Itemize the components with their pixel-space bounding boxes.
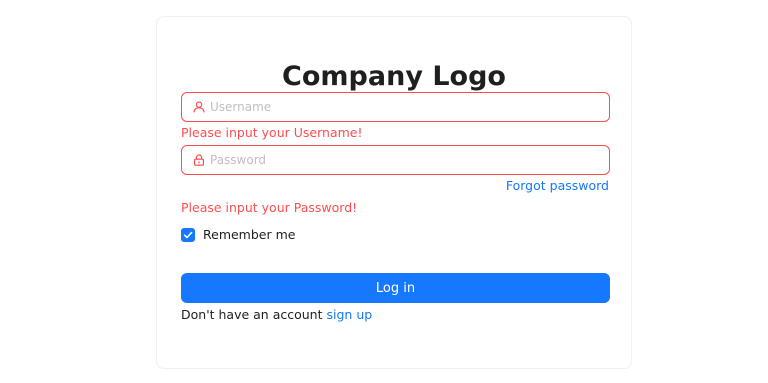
checkbox-checked-icon[interactable] bbox=[181, 227, 195, 242]
signup-row: Don't have an account sign up bbox=[181, 307, 372, 323]
username-field[interactable] bbox=[181, 92, 610, 122]
signup-prompt: Don't have an account bbox=[181, 307, 323, 322]
user-icon bbox=[193, 101, 205, 113]
forgot-password-link[interactable]: Forgot password bbox=[506, 178, 609, 194]
remember-me-checkbox[interactable]: Remember me bbox=[181, 227, 295, 242]
username-input[interactable] bbox=[210, 100, 590, 114]
password-input[interactable] bbox=[210, 153, 590, 167]
lock-icon bbox=[193, 154, 205, 166]
username-error: Please input your Username! bbox=[181, 125, 363, 140]
login-card: Company Logo Please input your Username!… bbox=[156, 16, 632, 369]
company-logo: Company Logo bbox=[282, 61, 506, 92]
password-error: Please input your Password! bbox=[181, 200, 358, 215]
password-field[interactable] bbox=[181, 145, 610, 175]
signup-link[interactable]: sign up bbox=[327, 307, 373, 322]
remember-me-label: Remember me bbox=[203, 227, 296, 242]
login-button[interactable]: Log in bbox=[181, 273, 610, 303]
